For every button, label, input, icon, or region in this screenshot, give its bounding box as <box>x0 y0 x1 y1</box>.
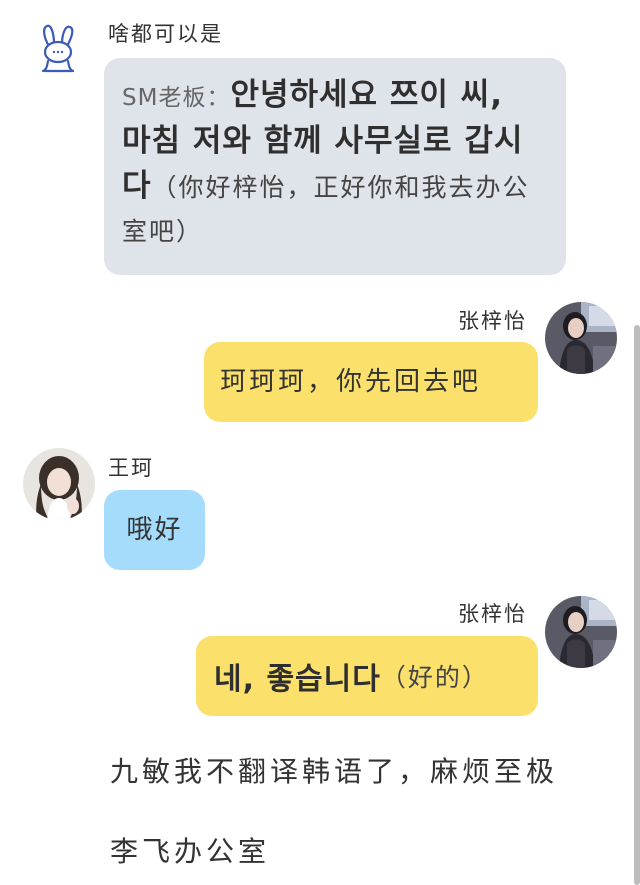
message-translation: （你好梓怡，正好你和我去办公室吧） <box>122 173 530 246</box>
narration-text: 九敏我不翻译韩语了，麻烦至极 <box>110 755 559 788</box>
sender-name: 张梓怡 <box>458 602 527 626</box>
avatar[interactable] <box>545 302 617 374</box>
narration-text: 李飞办公室 <box>110 835 271 868</box>
message-bubble[interactable]: 珂珂珂，你先回去吧 <box>204 342 538 422</box>
message-text: 珂珂珂，你先回去吧 <box>220 366 482 397</box>
scrollbar[interactable] <box>634 325 640 885</box>
message-bubble[interactable]: SM老板：안녕하세요 쯔이 씨, 마침 저와 함께 사무실로 갑시다（你好梓怡，… <box>104 58 566 275</box>
message-prefix: SM老板： <box>122 85 231 111</box>
sender-name: 啥都可以是 <box>108 22 223 46</box>
sender-name: 王珂 <box>108 456 154 480</box>
sender-name: 张梓怡 <box>458 309 527 333</box>
avatar[interactable] <box>23 448 95 520</box>
message-bubble[interactable]: 哦好 <box>104 490 205 570</box>
message-translation: （好的） <box>380 663 489 692</box>
message-text: 哦好 <box>126 514 183 545</box>
avatar[interactable] <box>545 596 617 668</box>
message-korean-text: 네, 좋습니다 <box>214 662 381 697</box>
bunny-avatar-icon[interactable] <box>30 22 86 74</box>
message-bubble[interactable]: 네, 좋습니다 （好的） <box>196 636 538 716</box>
